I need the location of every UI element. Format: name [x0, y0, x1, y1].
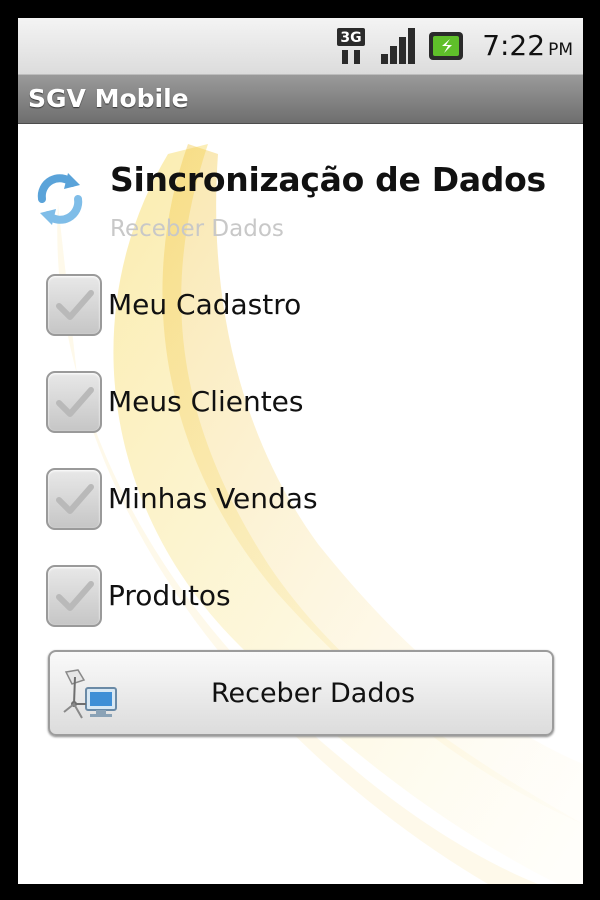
option-label: Meu Cadastro	[108, 288, 302, 321]
option-label: Meus Clientes	[108, 385, 304, 418]
status-time: 7:22 PM	[482, 29, 573, 62]
checkbox-meus-clientes[interactable]	[46, 371, 102, 433]
checkmark-icon	[56, 387, 94, 417]
checkmark-icon	[56, 290, 94, 320]
device-screen: 3G 7:22 PM SGV Mobile Sincronização de D…	[18, 18, 583, 884]
signal-icon	[381, 28, 415, 64]
option-label: Produtos	[108, 579, 231, 612]
receive-data-button-label: Receber Dados	[210, 678, 416, 709]
receive-data-button[interactable]: Receber Dados	[48, 650, 554, 736]
checkmark-icon	[56, 581, 94, 611]
screen-subheading: Receber Dados	[110, 216, 284, 242]
checkbox-minhas-vendas[interactable]	[46, 468, 102, 530]
checkbox-meu-cadastro[interactable]	[46, 274, 102, 336]
app-title-bar: SGV Mobile	[18, 75, 583, 124]
3g-icon: 3G	[337, 28, 365, 64]
checkbox-produtos[interactable]	[46, 565, 102, 627]
option-produtos[interactable]: Produtos	[46, 565, 546, 631]
main-content: Sincronização de Dados Receber Dados Meu…	[18, 124, 583, 884]
option-meu-cadastro[interactable]: Meu Cadastro	[46, 274, 546, 340]
checkmark-icon	[56, 484, 94, 514]
status-bar: 3G 7:22 PM	[18, 18, 583, 75]
svg-text:3G: 3G	[340, 30, 361, 46]
option-label: Minhas Vendas	[108, 482, 318, 515]
app-title: SGV Mobile	[28, 84, 189, 113]
option-minhas-vendas[interactable]: Minhas Vendas	[46, 468, 546, 534]
sync-icon	[37, 173, 83, 225]
option-meus-clientes[interactable]: Meus Clientes	[46, 371, 546, 437]
battery-icon	[429, 32, 463, 60]
screen-heading: Sincronização de Dados	[110, 160, 546, 199]
